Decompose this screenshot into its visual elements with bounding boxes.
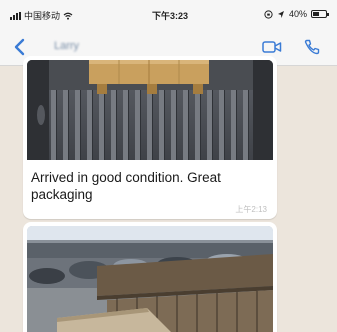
battery-icon	[311, 10, 329, 18]
back-icon	[14, 38, 25, 56]
parking-lot-photo	[27, 226, 273, 332]
message-bubble[interactable]	[23, 222, 277, 332]
wifi-icon	[63, 12, 73, 20]
message-caption: Arrived in good condition. Great packagi…	[31, 170, 221, 202]
truck-bed-photo	[27, 60, 273, 160]
location-icon	[277, 10, 284, 18]
phone-call-icon	[304, 39, 320, 55]
video-call-icon	[262, 41, 282, 53]
message-timestamp: 上午2:13	[235, 205, 267, 214]
message-bubble[interactable]: Arrived in good condition. Great packagi…	[23, 56, 277, 219]
status-right: 40%	[264, 9, 329, 19]
chat-area[interactable]: Arrived in good condition. Great packagi…	[0, 56, 337, 332]
status-left: 中国移动	[10, 9, 73, 22]
carrier-label: 中国移动	[24, 11, 61, 21]
battery-percent: 40%	[288, 9, 307, 19]
message-photo[interactable]	[27, 226, 273, 332]
phone-call-button[interactable]	[299, 34, 325, 60]
contact-name[interactable]: Larry	[54, 40, 79, 52]
status-time: 下午3:23	[152, 11, 189, 21]
lock-rotation-icon	[264, 9, 273, 19]
signal-icon	[10, 11, 21, 20]
message-photo[interactable]	[27, 60, 273, 165]
status-bar: 中国移动 下午3:23 40%	[0, 0, 337, 28]
